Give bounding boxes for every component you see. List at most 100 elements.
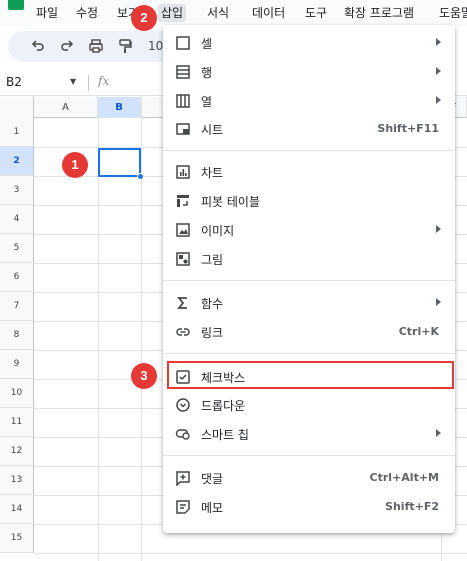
checkbox-highlight-frame (167, 361, 454, 389)
image-icon (175, 222, 191, 238)
grid-line (34, 553, 467, 554)
note-icon (175, 499, 191, 515)
paint-format-icon[interactable] (117, 38, 133, 54)
menu-item-label: 셀 (201, 37, 213, 51)
column-icon (175, 93, 191, 109)
row-header[interactable]: 13 (0, 466, 34, 495)
shortcut-text: Ctrl+Alt+M (369, 471, 439, 484)
callout-badge-2: 2 (131, 5, 157, 31)
column-header-b[interactable]: B (98, 97, 141, 118)
menu-help[interactable]: 도움말 (436, 4, 467, 22)
toolbar: 100% (8, 31, 182, 62)
row-header[interactable]: 11 (0, 408, 34, 437)
sheets-logo-icon[interactable] (8, 0, 24, 10)
menu-item-smart-chip[interactable]: 스마트 칩 (163, 420, 455, 448)
chart-icon (175, 164, 191, 180)
menu-item-label: 그림 (201, 253, 224, 267)
print-icon[interactable] (88, 38, 104, 54)
fill-handle[interactable] (137, 173, 144, 180)
insert-menu-dropdown: 셀 행 열 시트 Shift+F11 차트 피봇 테이블 이미지 그림 함수 링… (163, 25, 455, 533)
menu-data[interactable]: 데이터 (249, 4, 288, 22)
menu-item-sheet[interactable]: 시트 Shift+F11 (163, 115, 455, 143)
column-header-c[interactable] (141, 97, 142, 118)
submenu-arrow-icon (436, 298, 441, 306)
menu-item-label: 차트 (201, 166, 224, 180)
menu-item-column[interactable]: 열 (163, 87, 455, 115)
name-box[interactable]: B2 (6, 75, 22, 89)
row-icon (175, 64, 191, 80)
menu-separator (163, 150, 455, 151)
row-header[interactable]: 5 (0, 234, 34, 263)
menu-item-drawing[interactable]: 그림 (163, 245, 455, 273)
name-box-caret-icon[interactable]: ▼ (70, 77, 76, 86)
submenu-arrow-icon (436, 225, 441, 233)
menu-separator (163, 353, 455, 354)
menu-file[interactable]: 파일 (33, 4, 61, 22)
row-header[interactable]: 2 (0, 147, 34, 176)
menu-item-label: 행 (201, 66, 213, 80)
comment-icon (175, 470, 191, 486)
row-header[interactable]: 12 (0, 437, 34, 466)
menu-item-label: 피봇 테이블 (201, 195, 261, 209)
menu-item-note[interactable]: 메모 Shift+F2 (163, 493, 455, 521)
menu-item-pivot-table[interactable]: 피봇 테이블 (163, 187, 455, 215)
row-header[interactable]: 15 (0, 524, 34, 553)
menu-item-label: 열 (201, 95, 213, 109)
callout-badge-3: 3 (131, 363, 157, 389)
row-header[interactable]: 7 (0, 292, 34, 321)
row-header[interactable]: 8 (0, 321, 34, 350)
menu-item-image[interactable]: 이미지 (163, 216, 455, 244)
shortcut-text: Ctrl+K (398, 325, 439, 338)
row-header[interactable]: 6 (0, 263, 34, 292)
menu-item-label: 메모 (201, 501, 224, 515)
row-header[interactable]: 9 (0, 350, 34, 379)
sheet-icon (175, 121, 191, 137)
menu-extensions[interactable]: 확장 프로그램 (341, 4, 417, 22)
divider (88, 75, 89, 91)
menu-item-label: 링크 (201, 326, 224, 340)
menu-item-label: 댓글 (201, 472, 224, 486)
row-header[interactable]: 3 (0, 176, 34, 205)
menu-item-label: 함수 (201, 297, 224, 311)
redo-icon[interactable] (59, 38, 75, 54)
menu-item-label: 드롭다운 (201, 399, 246, 413)
row-header[interactable]: 4 (0, 205, 34, 234)
cell-icon (175, 35, 191, 51)
select-all-corner[interactable] (0, 97, 34, 118)
column-header-a[interactable]: A (34, 97, 98, 118)
menu-item-function[interactable]: 함수 (163, 289, 455, 317)
row-header[interactable]: 14 (0, 495, 34, 524)
row-header[interactable]: 10 (0, 379, 34, 408)
menu-item-cell[interactable]: 셀 (163, 29, 455, 57)
menu-insert[interactable]: 삽입 (158, 4, 187, 22)
menu-format[interactable]: 서식 (204, 4, 232, 22)
menu-bar: 파일 수정 보기 삽입 서식 데이터 도구 확장 프로그램 도움말 (0, 0, 467, 26)
menu-item-label: 스마트 칩 (201, 428, 249, 442)
menu-item-row[interactable]: 행 (163, 58, 455, 86)
submenu-arrow-icon (436, 38, 441, 46)
link-icon (175, 324, 191, 340)
submenu-arrow-icon (436, 429, 441, 437)
menu-tools[interactable]: 도구 (302, 4, 330, 22)
menu-separator (163, 280, 455, 281)
selected-cell-b2[interactable] (98, 148, 141, 177)
menu-item-link[interactable]: 링크 Ctrl+K (163, 318, 455, 346)
menu-item-label: 시트 (201, 123, 224, 137)
menu-item-comment[interactable]: 댓글 Ctrl+Alt+M (163, 464, 455, 492)
menu-item-chart[interactable]: 차트 (163, 158, 455, 186)
callout-badge-1: 1 (62, 152, 88, 178)
row-header[interactable]: 1 (0, 118, 34, 147)
menu-item-label: 이미지 (201, 224, 235, 238)
drawing-icon (175, 251, 191, 267)
menu-edit[interactable]: 수정 (73, 4, 101, 22)
menu-item-dropdown[interactable]: 드롭다운 (163, 391, 455, 419)
submenu-arrow-icon (436, 67, 441, 75)
dropdown-icon (175, 397, 191, 413)
shortcut-text: Shift+F11 (377, 122, 439, 135)
shortcut-text: Shift+F2 (385, 500, 439, 513)
menu-separator (163, 455, 455, 456)
submenu-arrow-icon (436, 96, 441, 104)
pivot-table-icon (175, 193, 191, 209)
smart-chip-icon (175, 426, 191, 442)
undo-icon[interactable] (30, 38, 46, 54)
